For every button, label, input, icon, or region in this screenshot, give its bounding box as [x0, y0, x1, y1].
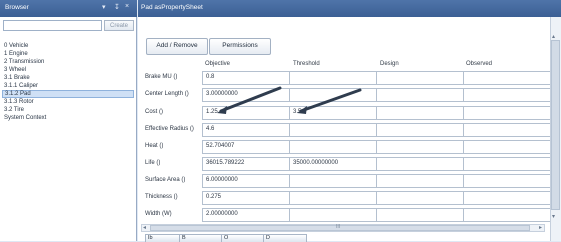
scroll-down-arrow-icon[interactable]: ▾ — [552, 213, 555, 220]
scroll-grip: III — [336, 224, 341, 230]
scroll-left-arrow-icon[interactable]: ◂ — [143, 224, 146, 231]
scroll-up-arrow-icon[interactable]: ▴ — [552, 33, 555, 40]
vertical-scroll-thumb[interactable] — [551, 40, 560, 210]
annotation-arrow-threshold — [299, 88, 362, 113]
annotation-arrow-objective — [219, 86, 282, 113]
scroll-right-arrow-icon[interactable]: ▸ — [539, 224, 542, 231]
annotation-arrows — [217, 86, 362, 114]
annotation-overlay — [217, 86, 362, 114]
annotation-arrowhead-threshold — [297, 106, 307, 114]
annotation-arrowhead-objective — [217, 106, 227, 114]
